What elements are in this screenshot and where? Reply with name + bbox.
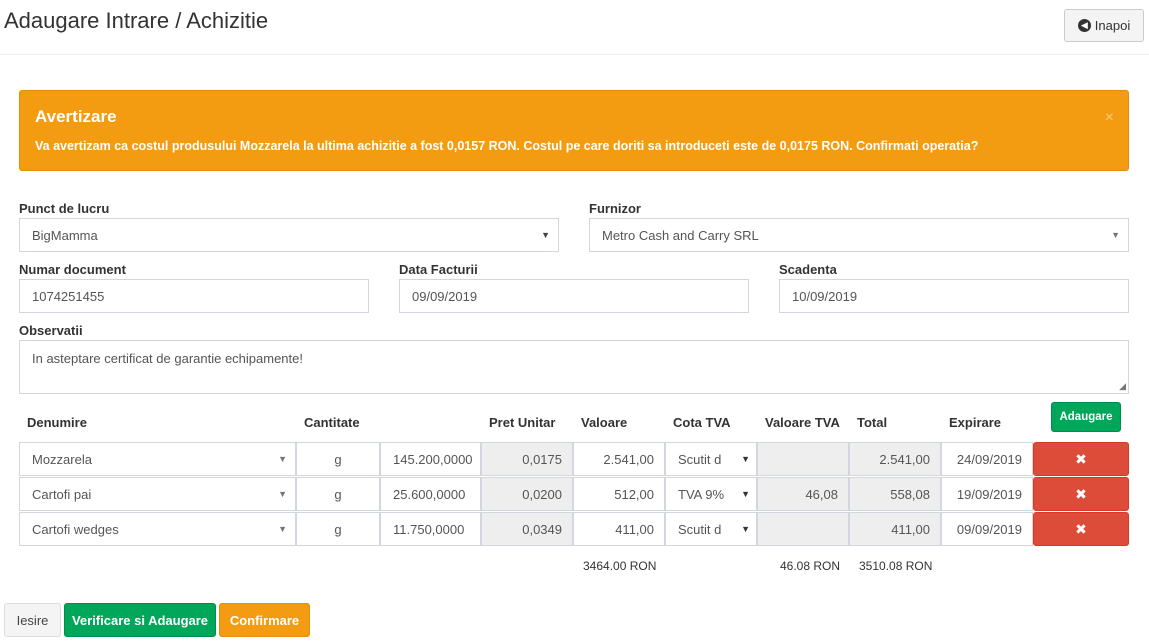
delete-row-button[interactable]: ✖ [1033,442,1129,476]
furnizor-select[interactable]: Metro Cash and Carry SRL ▼ [589,218,1129,252]
caret-down-icon: ▼ [741,454,750,464]
observatii-value: In asteptare certificat de garantie echi… [32,351,303,366]
row-product-value: Cartofi wedges [32,521,119,537]
caret-down-icon: ▼ [741,489,750,499]
th-valoare: Valoare [581,415,628,430]
th-expirare: Expirare [949,415,1002,430]
th-total: Total [857,415,888,430]
row-product-value: Mozzarela [32,451,92,467]
scadenta-input[interactable]: 10/09/2019 [779,279,1129,313]
resize-grip-icon[interactable]: ◢ [1119,382,1126,391]
alert-close-icon[interactable]: × [1105,109,1114,127]
row-expiry-input[interactable]: 09/09/2019 [941,512,1033,546]
row-total: 558,08 [849,477,941,511]
row-tva-select[interactable]: Scutit d ▼ [665,512,757,546]
times-icon: ✖ [1075,450,1087,467]
row-unit: g [296,512,380,546]
exit-button[interactable]: Iesire [4,603,61,637]
row-tva-value: Scutit d [678,521,722,537]
row-product-select[interactable]: Mozzarela ▼ [19,442,296,476]
punct-select-value: BigMamma [32,227,98,243]
row-total: 2.541,00 [849,442,941,476]
th-cantitate: Cantitate [304,415,360,430]
back-button-label: Inapoi [1094,18,1131,33]
row-qty-input[interactable]: 11.750,0000 [380,512,481,546]
scadenta-value: 10/09/2019 [792,288,858,304]
arrow-circle-left-icon: ◀ [1077,19,1091,32]
table-row: Cartofi pai ▼ g 25.600,0000 0,0200 512,0… [0,477,1149,511]
row-unit: g [296,442,380,476]
observatii-label: Observatii [19,323,83,338]
caret-down-icon: ▼ [1111,230,1120,240]
caret-down-icon: ▼ [741,524,750,534]
page-title: Adaugare Intrare / Achizitie [4,8,269,33]
data-label: Data Facturii [399,262,478,277]
row-product-value: Cartofi pai [32,486,92,502]
numar-label: Numar document [19,262,126,277]
back-button[interactable]: ◀ Inapoi [1064,9,1144,42]
caret-down-icon: ▼ [541,230,550,240]
punct-label: Punct de lucru [19,201,110,216]
row-tva-amount: 46,08 [757,477,849,511]
row-product-select[interactable]: Cartofi wedges ▼ [19,512,296,546]
th-pret-unitar: Pret Unitar [489,415,556,430]
data-facturii-input[interactable]: 09/09/2019 [399,279,749,313]
row-price: 0,0175 [481,442,573,476]
numar-input[interactable]: 1074251455 [19,279,369,313]
row-tva-amount [757,512,849,546]
row-tva-select[interactable]: Scutit d ▼ [665,442,757,476]
caret-down-icon: ▼ [278,524,287,534]
caret-down-icon: ▼ [278,489,287,499]
row-expiry-input[interactable]: 19/09/2019 [941,477,1033,511]
row-value-input[interactable]: 411,00 [573,512,665,546]
row-expiry-input[interactable]: 24/09/2019 [941,442,1033,476]
row-value-input[interactable]: 512,00 [573,477,665,511]
observatii-textarea[interactable]: In asteptare certificat de garantie echi… [19,340,1129,394]
th-denumire: Denumire [27,415,87,430]
caret-down-icon: ▼ [278,454,287,464]
add-row-button[interactable]: Adaugare [1051,402,1121,432]
delete-row-button[interactable]: ✖ [1033,512,1129,546]
row-price: 0,0349 [481,512,573,546]
row-product-select[interactable]: Cartofi pai ▼ [19,477,296,511]
verify-add-button[interactable]: Verificare si Adaugare [64,603,216,637]
table-row: Cartofi wedges ▼ g 11.750,0000 0,0349 41… [0,512,1149,546]
th-valoare-tva: Valoare TVA [765,415,840,430]
delete-row-button[interactable]: ✖ [1033,477,1129,511]
total-general: 3510.08 RON [859,559,933,573]
scadenta-label: Scadenta [779,262,837,277]
times-icon: ✖ [1075,520,1087,537]
punct-select[interactable]: BigMamma ▼ [19,218,559,252]
row-value-input[interactable]: 2.541,00 [573,442,665,476]
row-tva-value: Scutit d [678,451,722,467]
row-total: 411,00 [849,512,941,546]
total-tva: 46.08 RON [780,559,841,573]
row-tva-select[interactable]: TVA 9% ▼ [665,477,757,511]
alert-title: Avertizare [35,107,117,126]
row-price: 0,0200 [481,477,573,511]
confirm-button[interactable]: Confirmare [219,603,310,637]
numar-input-value: 1074251455 [32,288,105,304]
table-row: Mozzarela ▼ g 145.200,0000 0,0175 2.541,… [0,442,1149,476]
alert-message: Va avertizam ca costul produsului Mozzar… [35,139,979,153]
title-divider [0,54,1149,55]
row-unit: g [296,477,380,511]
row-qty-input[interactable]: 25.600,0000 [380,477,481,511]
warning-alert: Avertizare Va avertizam ca costul produs… [19,90,1129,171]
furnizor-select-value: Metro Cash and Carry SRL [602,227,759,243]
furnizor-label: Furnizor [589,201,641,216]
row-tva-amount [757,442,849,476]
th-cota-tva: Cota TVA [673,415,731,430]
data-facturii-value: 09/09/2019 [412,288,478,304]
times-icon: ✖ [1075,485,1087,502]
total-valoare: 3464.00 RON [583,559,657,573]
row-qty-input[interactable]: 145.200,0000 [380,442,481,476]
row-tva-value: TVA 9% [678,486,725,502]
